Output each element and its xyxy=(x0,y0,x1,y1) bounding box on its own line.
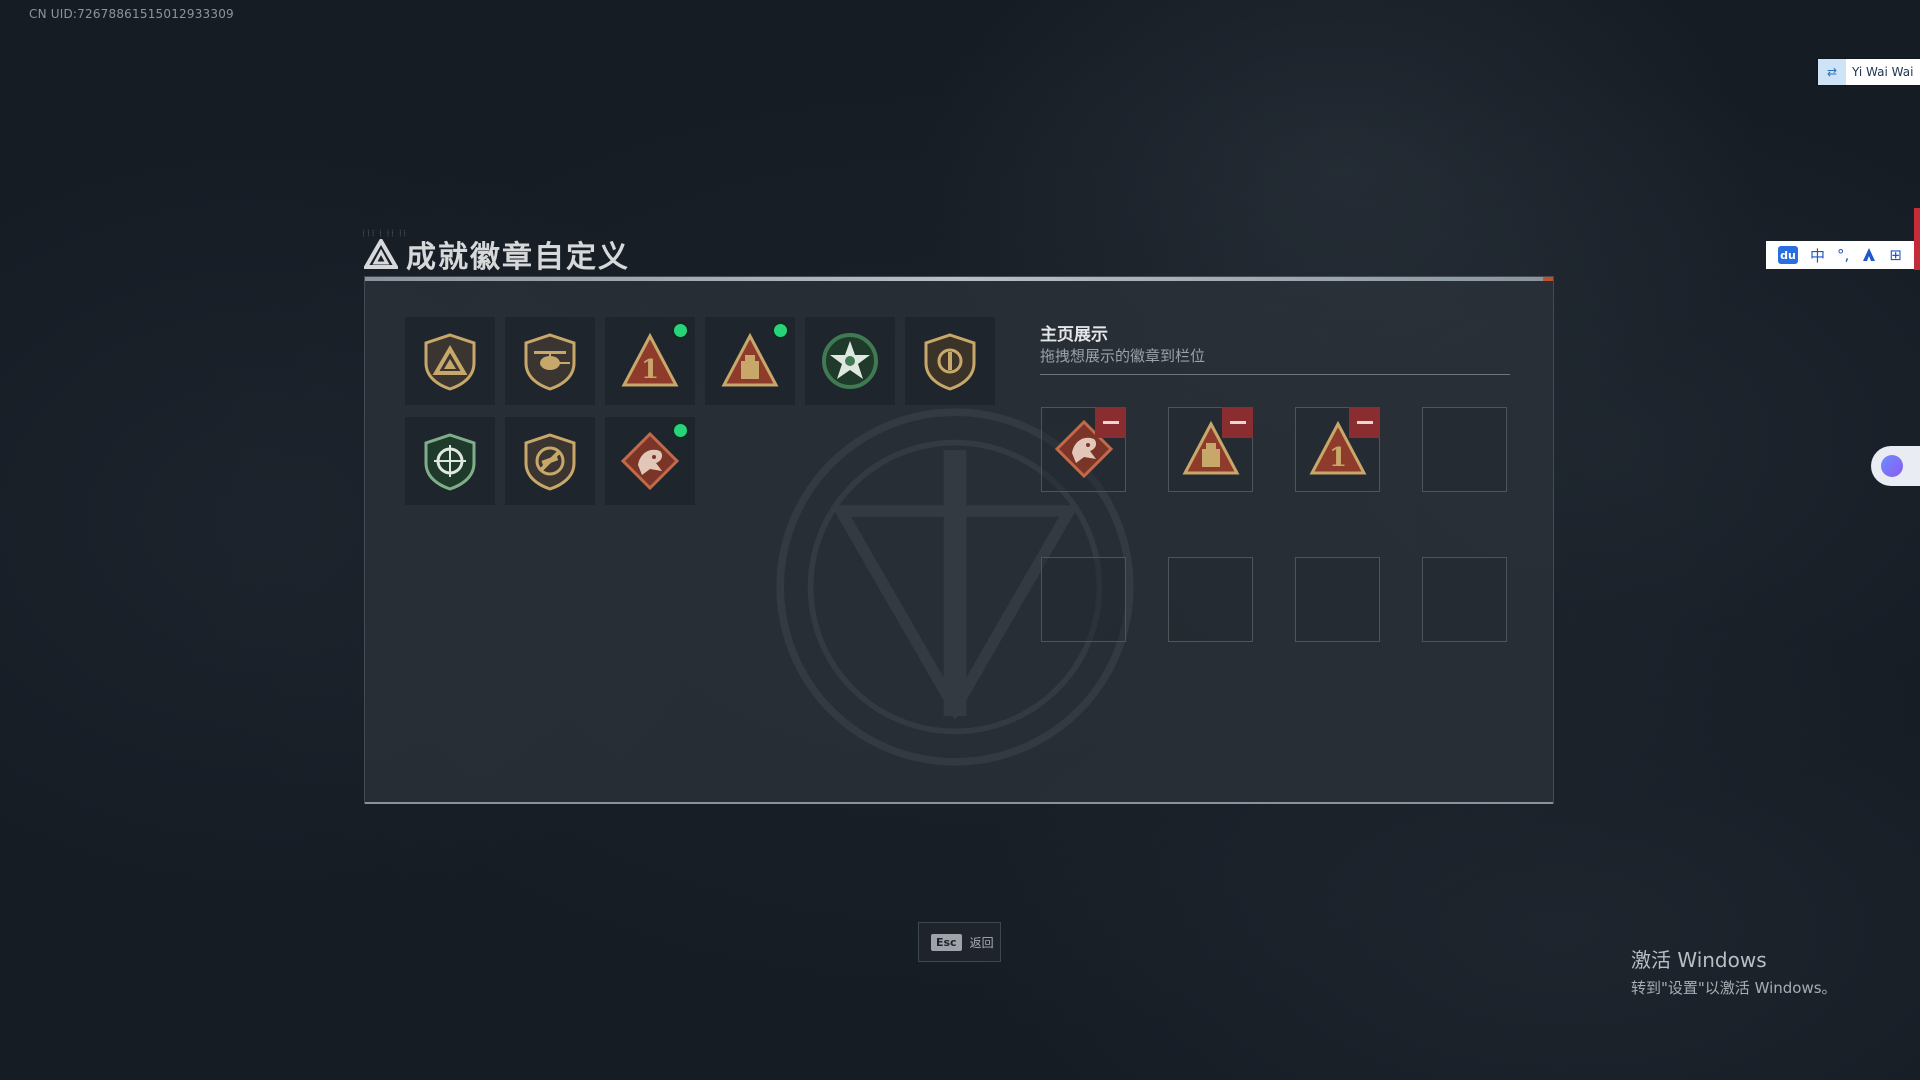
display-slot-filled[interactable] xyxy=(1168,407,1253,492)
display-slot-empty[interactable] xyxy=(1168,557,1253,642)
ime-user-chip[interactable]: ⇄ Yi Wai Wai xyxy=(1818,59,1920,85)
minus-icon xyxy=(1356,421,1373,424)
supply-crate-triangle-badge-icon xyxy=(721,332,779,387)
display-slot-empty[interactable] xyxy=(1295,557,1380,642)
remove-badge-button[interactable] xyxy=(1095,407,1126,438)
uid-label: CN UID:72678861515012933309 xyxy=(29,7,234,21)
badge-slot[interactable] xyxy=(605,417,695,505)
activation-title: 激活 Windows xyxy=(1631,948,1767,972)
green-crosshair-shield-badge-icon xyxy=(424,433,476,491)
badge-slot[interactable] xyxy=(505,317,595,405)
display-slot-filled[interactable]: 1 xyxy=(1295,407,1380,492)
minus-icon xyxy=(1102,421,1119,424)
window-header: 成就徽章自定义 xyxy=(364,232,630,276)
display-section-subtitle: 拖拽想展示的徽章到栏位 xyxy=(1040,347,1206,365)
ime-toolbar[interactable]: du 中 °, ⊞ xyxy=(1766,241,1914,269)
triangle-shield-badge-icon xyxy=(424,333,476,391)
dragon-diamond-badge-icon xyxy=(620,431,680,491)
new-badge-indicator xyxy=(674,424,687,437)
ime-menu-grid-icon[interactable]: ⊞ xyxy=(1889,246,1902,264)
remove-badge-button[interactable] xyxy=(1349,407,1380,438)
svg-text:1: 1 xyxy=(1329,443,1347,473)
helicopter-shield-badge-icon xyxy=(524,333,576,391)
back-button[interactable]: Esc 返回 xyxy=(918,922,1001,962)
gold-emblem-shield-badge-icon xyxy=(924,333,976,391)
page-title: 成就徽章自定义 xyxy=(406,240,630,275)
badge-slot[interactable] xyxy=(505,417,595,505)
side-assistant-button[interactable] xyxy=(1871,446,1920,486)
green-star-wreath-badge-icon xyxy=(822,333,878,389)
ime-switch-icon: ⇄ xyxy=(1818,59,1846,85)
new-badge-indicator xyxy=(774,324,787,337)
esc-key-hint: Esc xyxy=(931,933,962,951)
rank-one-triangle-badge-icon: 1 xyxy=(621,332,679,387)
ime-punctuation-toggle[interactable]: °, xyxy=(1837,246,1849,264)
display-section-divider xyxy=(1040,374,1510,375)
windows-activation-watermark: 激活 Windows 转到"设置"以激活 Windows。 xyxy=(1631,944,1837,998)
badge-slot[interactable] xyxy=(405,317,495,405)
badge-slot[interactable] xyxy=(405,417,495,505)
minus-icon xyxy=(1229,421,1246,424)
panel-bottom-bar xyxy=(365,802,1553,804)
display-slot-empty[interactable] xyxy=(1422,407,1507,492)
baidu-ime-icon[interactable]: du xyxy=(1778,246,1798,264)
triangle-logo-icon xyxy=(364,239,398,269)
badge-customization-panel: 1 主页展示 拖拽想展示的徽章到栏位 1 xyxy=(364,276,1554,804)
display-slot-filled[interactable] xyxy=(1041,407,1126,492)
panel-top-bar xyxy=(365,277,1553,281)
badge-slot[interactable] xyxy=(905,317,995,405)
activation-hint: 转到"设置"以激活 Windows。 xyxy=(1631,979,1837,997)
display-slot-empty[interactable] xyxy=(1422,557,1507,642)
badge-slot[interactable] xyxy=(805,317,895,405)
badge-slot[interactable] xyxy=(705,317,795,405)
no-weapon-shield-badge-icon xyxy=(524,433,576,491)
badge-slot[interactable]: 1 xyxy=(605,317,695,405)
assistant-icon xyxy=(1881,455,1903,477)
svg-text:1: 1 xyxy=(641,355,659,385)
ime-language-toggle[interactable]: 中 xyxy=(1810,245,1825,266)
display-slot-empty[interactable] xyxy=(1041,557,1126,642)
new-badge-indicator xyxy=(674,324,687,337)
ime-user-name: Yi Wai Wai xyxy=(1852,65,1914,79)
ime-skin-icon[interactable] xyxy=(1861,247,1877,263)
display-section-title: 主页展示 xyxy=(1040,325,1108,345)
back-label: 返回 xyxy=(969,935,994,950)
ime-edge-strip xyxy=(1914,208,1920,270)
remove-badge-button[interactable] xyxy=(1222,407,1253,438)
